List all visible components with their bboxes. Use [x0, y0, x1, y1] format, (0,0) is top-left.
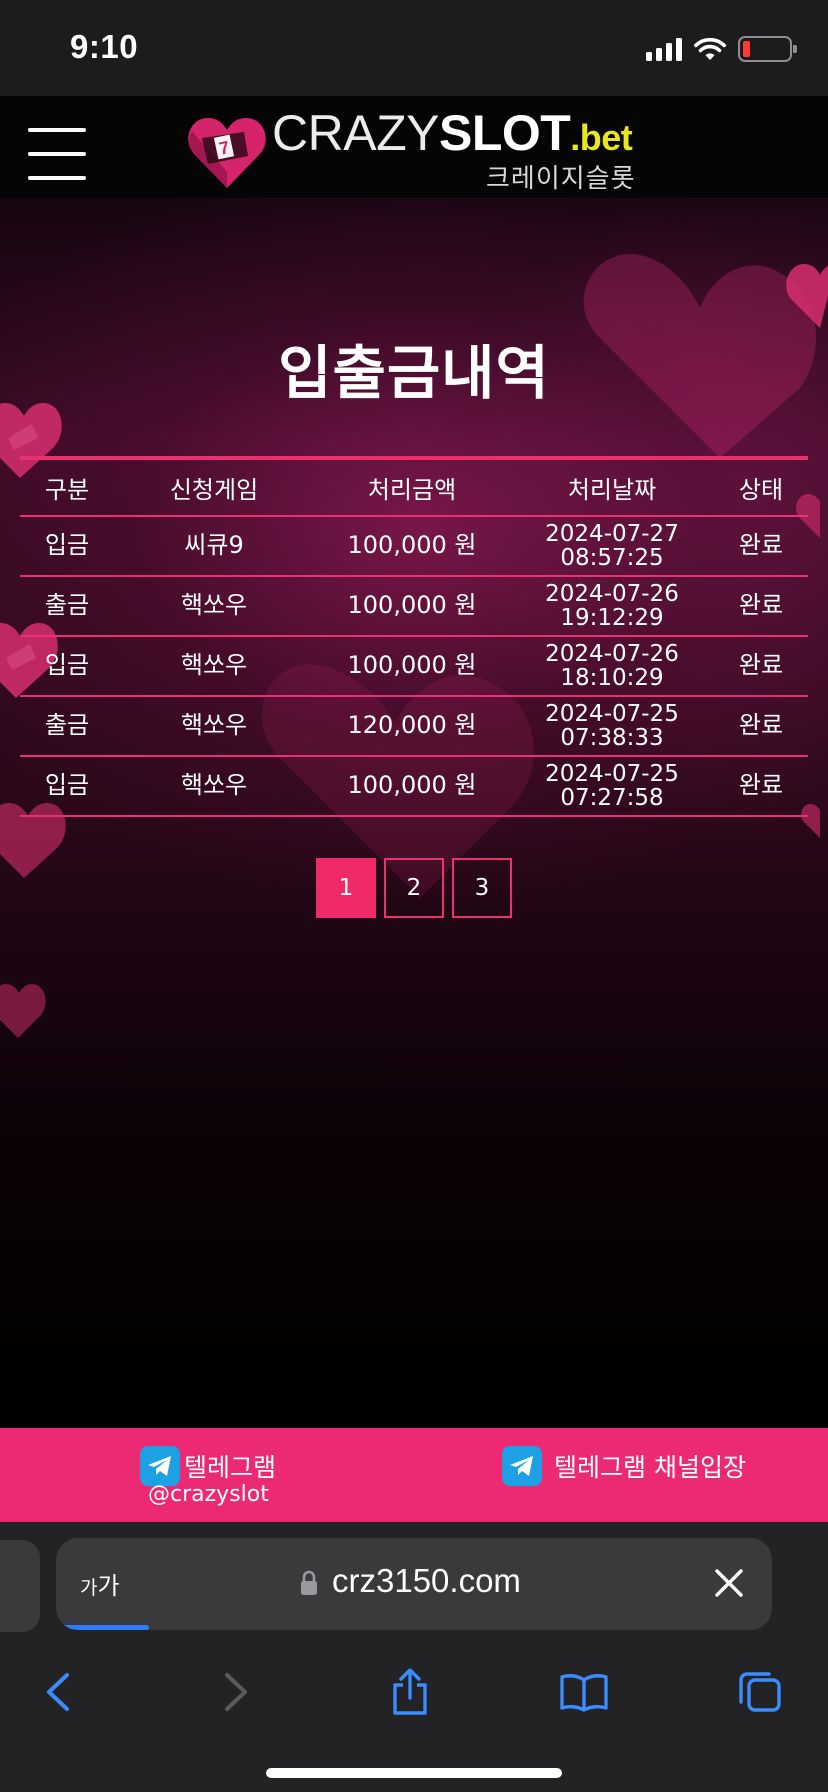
battery-icon	[738, 36, 797, 62]
close-icon[interactable]	[712, 1566, 746, 1600]
cell-amount: 100,000 원	[314, 516, 510, 577]
status-bar: 9:10	[0, 0, 828, 96]
table-row: 출금 핵쏘우 100,000 원 2024-07-26 19:12:29 완료	[20, 576, 808, 637]
logo-korean-text: 크레이지슬롯	[486, 164, 636, 194]
status-icons	[646, 34, 797, 64]
table-row: 입금 핵쏘우 100,000 원 2024-07-26 18:10:29 완료	[20, 636, 808, 697]
table-row: 입금 씨큐9 100,000 원 2024-07-27 08:57:25 완료	[20, 516, 808, 577]
telegram-icon	[502, 1446, 542, 1486]
cell-game: 핵쏘우	[114, 696, 314, 757]
telegram-label: 텔레그램	[184, 1453, 277, 1482]
cell-date: 2024-07-27 08:57:25	[510, 516, 714, 577]
url-text: crz3150.com	[332, 1562, 521, 1599]
cell-date: 2024-07-26 18:10:29	[510, 636, 714, 697]
cell-date-day: 2024-07-26	[545, 640, 679, 667]
cell-date-time: 07:38:33	[560, 725, 664, 751]
chevron-right-icon	[225, 1673, 247, 1711]
cell-date-time: 18:10:29	[560, 665, 664, 691]
site-logo[interactable]: 7 CRAZYSLOT.bet 크레이지슬롯	[186, 106, 646, 196]
cell-type: 출금	[20, 696, 114, 757]
forward-button[interactable]	[206, 1662, 266, 1722]
cell-amount: 100,000 원	[314, 636, 510, 697]
main-content: 입출금내역 구분 신청게임 처리금액 처리날짜 상태 입금 씨큐9 100,00…	[0, 198, 828, 1428]
site-header: 7 CRAZYSLOT.bet 크레이지슬롯	[0, 96, 828, 198]
telegram-bar: 텔레그램 @crazyslot 텔레그램 채널입장	[0, 1428, 828, 1522]
reader-text-size-button[interactable]: 가가	[80, 1566, 120, 1601]
back-button[interactable]	[28, 1662, 88, 1722]
telegram-contact-link[interactable]: 텔레그램	[140, 1446, 276, 1486]
table-row: 출금 핵쏘우 120,000 원 2024-07-25 07:38:33 완료	[20, 696, 808, 757]
page-title: 입출금내역	[278, 339, 550, 407]
column-header-amount: 처리금액	[314, 458, 510, 517]
home-indicator	[266, 1768, 562, 1778]
telegram-icon	[140, 1446, 180, 1486]
tabs-button[interactable]	[730, 1662, 790, 1722]
logo-wordmark: CRAZYSLOT.bet	[272, 105, 633, 161]
cell-date-day: 2024-07-25	[545, 700, 679, 727]
cell-date: 2024-07-25 07:38:33	[510, 696, 714, 757]
cell-type: 입금	[20, 756, 114, 817]
column-header-type: 구분	[20, 458, 114, 517]
previous-tab-preview[interactable]	[0, 1540, 40, 1632]
cell-type: 입금	[20, 636, 114, 697]
menu-icon[interactable]	[28, 128, 86, 180]
cell-amount: 100,000 원	[314, 576, 510, 637]
cell-amount: 120,000 원	[314, 696, 510, 757]
browser-toolbar	[0, 1652, 828, 1732]
share-button[interactable]	[380, 1662, 440, 1722]
cell-date-day: 2024-07-27	[545, 520, 679, 547]
cell-status: 완료	[714, 636, 808, 697]
cell-date-time: 19:12:29	[560, 605, 664, 631]
cellular-signal-icon	[646, 37, 682, 61]
cell-status: 완료	[714, 576, 808, 637]
browser-chrome: 가가 crz3150.com	[0, 1522, 828, 1792]
pagination: 1 2 3	[316, 858, 512, 918]
cell-status: 완료	[714, 516, 808, 577]
cell-game: 핵쏘우	[114, 756, 314, 817]
cell-status: 완료	[714, 756, 808, 817]
page-button-3[interactable]: 3	[452, 858, 512, 918]
page-load-progress-bar	[56, 1625, 150, 1630]
telegram-handle[interactable]: @crazyslot	[148, 1482, 269, 1507]
cell-date-time: 07:27:58	[560, 785, 664, 811]
address-bar[interactable]: 가가 crz3150.com	[56, 1538, 772, 1630]
cell-game: 핵쏘우	[114, 576, 314, 637]
share-icon	[393, 1668, 427, 1715]
table-header-row: 구분 신청게임 처리금액 처리날짜 상태	[20, 458, 808, 517]
bookmarks-button[interactable]	[554, 1662, 614, 1722]
cell-type: 출금	[20, 576, 114, 637]
cell-status: 완료	[714, 696, 808, 757]
table-row: 입금 핵쏘우 100,000 원 2024-07-25 07:27:58 완료	[20, 756, 808, 817]
battery-level	[743, 41, 750, 57]
cell-date: 2024-07-26 19:12:29	[510, 576, 714, 637]
lock-icon	[301, 1570, 317, 1595]
column-header-status: 상태	[714, 458, 808, 517]
cell-type: 입금	[20, 516, 114, 577]
tabs-icon	[739, 1672, 781, 1712]
cell-date-day: 2024-07-26	[545, 580, 679, 607]
chevron-left-icon	[47, 1673, 69, 1711]
cell-date-time: 08:57:25	[560, 545, 664, 571]
column-header-game: 신청게임	[114, 458, 314, 517]
book-icon	[560, 1674, 608, 1712]
cell-amount: 100,000 원	[314, 756, 510, 817]
status-time: 9:10	[70, 28, 139, 65]
cell-game: 핵쏘우	[114, 636, 314, 697]
telegram-channel-link[interactable]: 텔레그램 채널입장	[502, 1446, 746, 1486]
cell-date: 2024-07-25 07:27:58	[510, 756, 714, 817]
wifi-icon	[694, 37, 726, 60]
column-header-date: 처리날짜	[510, 458, 714, 517]
cell-date-day: 2024-07-25	[545, 760, 679, 787]
telegram-channel-label: 텔레그램 채널입장	[554, 1453, 746, 1482]
page-button-2[interactable]: 2	[384, 858, 444, 918]
heart-logo-icon: 7	[188, 118, 266, 188]
page-button-1[interactable]: 1	[316, 858, 376, 918]
transaction-history-table: 구분 신청게임 처리금액 처리날짜 상태 입금 씨큐9 100,000 원 20…	[20, 456, 808, 817]
cell-game: 씨큐9	[114, 516, 314, 577]
